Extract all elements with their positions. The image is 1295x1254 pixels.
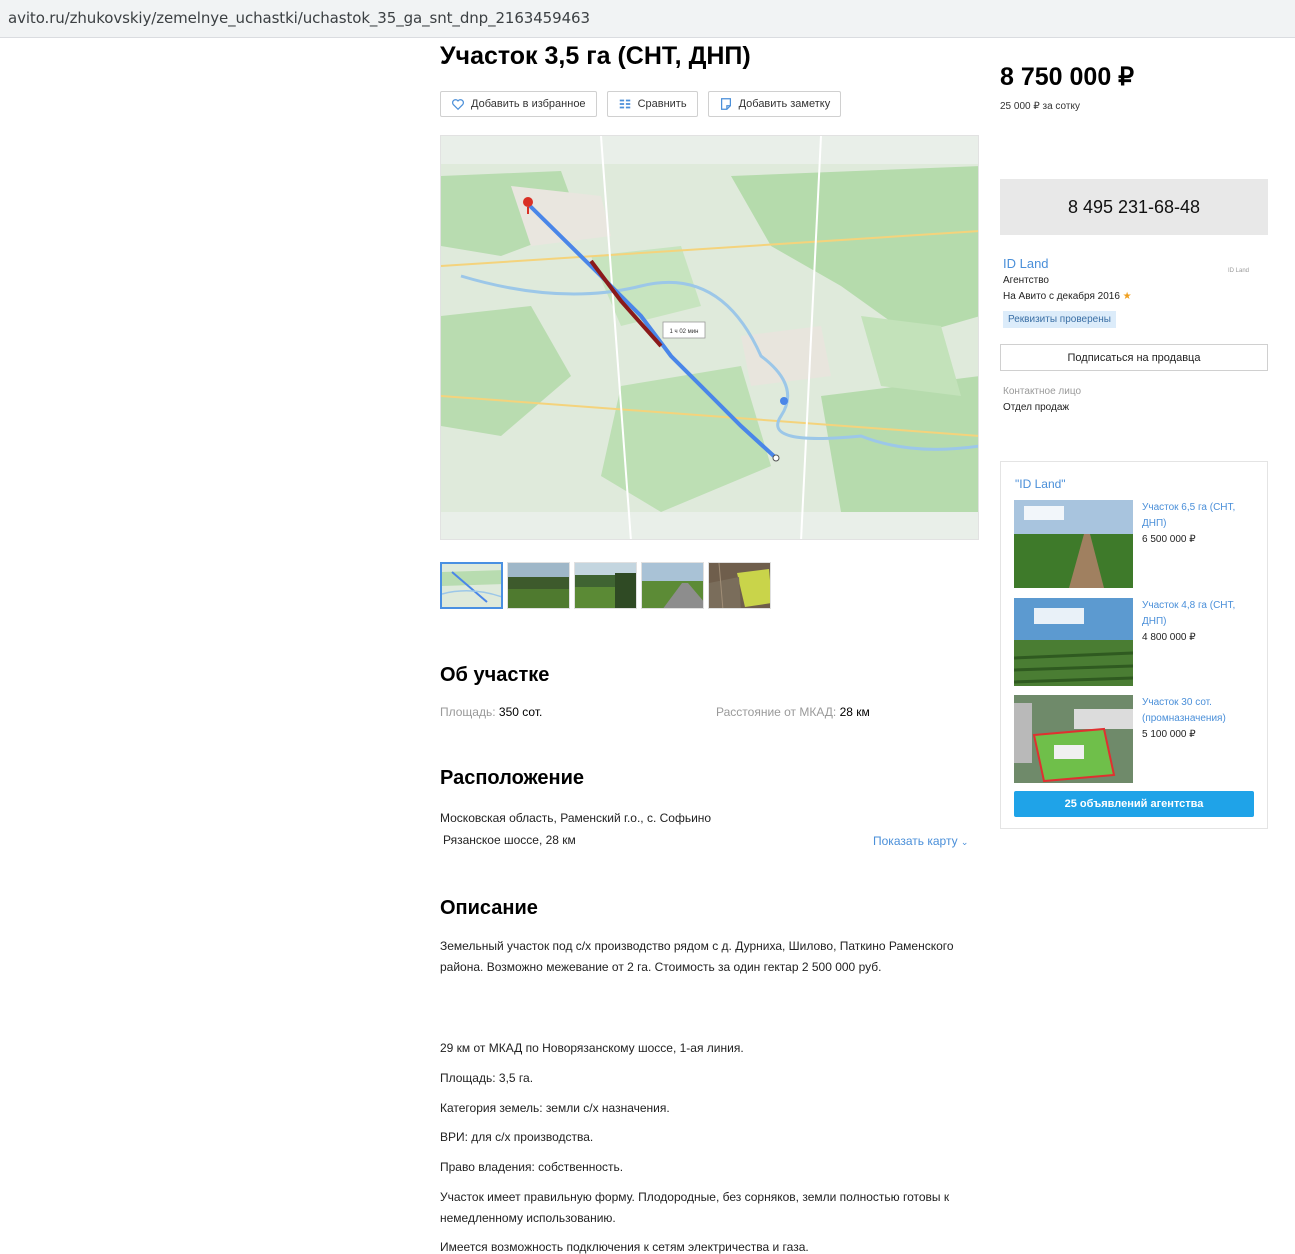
badge-icon: ★ bbox=[1122, 291, 1132, 302]
heart-icon bbox=[452, 99, 464, 111]
description-paragraph-6: Право владения: собственность. bbox=[440, 1160, 624, 1174]
price-per-unit: 25 000 ₽ за сотку bbox=[1000, 101, 1080, 112]
thumbnail-field-1[interactable] bbox=[507, 562, 570, 609]
thumbnail-satellite[interactable] bbox=[708, 562, 771, 609]
listing-photo[interactable] bbox=[1014, 598, 1133, 686]
location-heading: Расположение bbox=[440, 767, 585, 789]
seller-logo[interactable]: ID Land bbox=[1228, 268, 1249, 274]
description-paragraph-2: 29 км от МКАД по Новорязанскому шоссе, 1… bbox=[440, 1041, 744, 1055]
listing-title-link[interactable]: Участок 4,8 га (СНТ, ДНП) bbox=[1142, 598, 1256, 630]
thumbnail-field-2[interactable] bbox=[574, 562, 637, 609]
highway-text: Рязанское шоссе, 28 км bbox=[443, 833, 576, 847]
add-favorite-label: Добавить в избранное bbox=[471, 98, 586, 110]
listing-price: 4 800 000 ₽ bbox=[1142, 632, 1196, 643]
agency-listings-button[interactable]: 25 объявлений агентства bbox=[1014, 791, 1254, 817]
distance-label: Расстояние от МКАД: bbox=[716, 705, 837, 719]
description-paragraph-3: Площадь: 3,5 га. bbox=[440, 1071, 534, 1085]
listing-title-link[interactable]: Участок 30 сот. (промназначения) bbox=[1142, 695, 1256, 727]
agency-listing-item[interactable]: Участок 4,8 га (СНТ, ДНП) 4 800 000 ₽ bbox=[1014, 598, 1259, 686]
thumbnail-road[interactable] bbox=[641, 562, 704, 609]
route-map-image: 1 ч 02 мин bbox=[441, 136, 978, 539]
distance-value: 28 км bbox=[839, 705, 870, 719]
listing-price: 5 100 000 ₽ bbox=[1142, 729, 1196, 740]
main-photo-map[interactable]: 1 ч 02 мин bbox=[440, 135, 979, 540]
verified-badge: Реквизиты проверены bbox=[1003, 311, 1116, 328]
show-map-link[interactable]: Показать карту ⌄ bbox=[873, 834, 968, 848]
description-paragraph-8: Имеется возможность подключения к сетям … bbox=[440, 1240, 809, 1254]
seller-name-link[interactable]: ID Land bbox=[1003, 256, 1049, 271]
phone-button[interactable]: 8 495 231-68-48 bbox=[1000, 179, 1268, 235]
description-paragraph-7: Участок имеет правильную форму. Плодород… bbox=[440, 1190, 950, 1225]
add-note-button[interactable]: Добавить заметку bbox=[707, 91, 842, 117]
subscribe-seller-button[interactable]: Подписаться на продавца bbox=[1000, 344, 1268, 371]
agency-listing-item[interactable]: Участок 6,5 га (СНТ, ДНП) 6 500 000 ₽ bbox=[1014, 500, 1259, 588]
listing-title: Участок 3,5 га (СНТ, ДНП) bbox=[440, 42, 751, 70]
note-icon bbox=[720, 98, 731, 110]
seller-since-text: На Авито с декабря 2016 bbox=[1003, 291, 1120, 302]
description-heading: Описание bbox=[440, 897, 538, 919]
seller-since: На Авито с декабря 2016 ★ bbox=[1003, 291, 1132, 302]
address-bar[interactable]: avito.ru/zhukovskiy/zemelnye_uchastki/uc… bbox=[0, 0, 1295, 38]
seller-type: Агентство bbox=[1003, 275, 1049, 286]
chevron-down-icon: ⌄ bbox=[960, 837, 969, 847]
area-label: Площадь: bbox=[440, 705, 496, 719]
add-favorite-button[interactable]: Добавить в избранное bbox=[440, 91, 597, 117]
agency-panel-title[interactable]: "ID Land" bbox=[1015, 477, 1066, 491]
photo-thumbnails bbox=[440, 562, 771, 609]
compare-label: Сравнить bbox=[637, 98, 687, 110]
description-paragraph-1: Земельный участок под с/х производство р… bbox=[440, 939, 954, 974]
add-note-label: Добавить заметку bbox=[738, 98, 831, 110]
show-map-label: Показать карту bbox=[873, 834, 958, 848]
contact-person-value: Отдел продаж bbox=[1003, 402, 1070, 413]
phone-number: 8 495 231-68-48 bbox=[1067, 196, 1201, 217]
listing-photo[interactable] bbox=[1014, 500, 1133, 588]
price-value: 8 750 000 ₽ bbox=[1000, 63, 1135, 91]
compare-button[interactable]: Сравнить bbox=[606, 91, 698, 117]
about-params: Площадь: 350 сот. Расстояние от МКАД: 28… bbox=[440, 705, 980, 719]
contact-person-label: Контактное лицо bbox=[1003, 386, 1082, 397]
listing-title-link[interactable]: Участок 6,5 га (СНТ, ДНП) bbox=[1142, 500, 1256, 532]
listing-price: 6 500 000 ₽ bbox=[1142, 534, 1196, 545]
agency-listing-item[interactable]: Участок 30 сот. (промназначения) 5 100 0… bbox=[1014, 695, 1259, 783]
description-paragraph-4: Категория земель: земли с/х назначения. bbox=[440, 1101, 670, 1115]
agency-listings-panel: "ID Land" Участок 6,5 га (СНТ, ДНП) 6 50… bbox=[1000, 461, 1268, 829]
compare-icon bbox=[619, 99, 630, 109]
thumbnail-map[interactable] bbox=[440, 562, 503, 609]
listing-actions: Добавить в избранное Сравнить Добавить з… bbox=[440, 91, 842, 117]
area-value: 350 сот. bbox=[498, 705, 543, 719]
address-text: Московская область, Раменский г.о., с. С… bbox=[440, 811, 712, 825]
url-text: avito.ru/zhukovskiy/zemelnye_uchastki/uc… bbox=[8, 9, 590, 27]
listing-photo[interactable] bbox=[1014, 695, 1133, 783]
about-heading: Об участке bbox=[440, 664, 550, 686]
route-time-label: 1 ч 02 мин bbox=[670, 329, 699, 335]
description-paragraph-5: ВРИ: для с/х производства. bbox=[440, 1130, 594, 1144]
